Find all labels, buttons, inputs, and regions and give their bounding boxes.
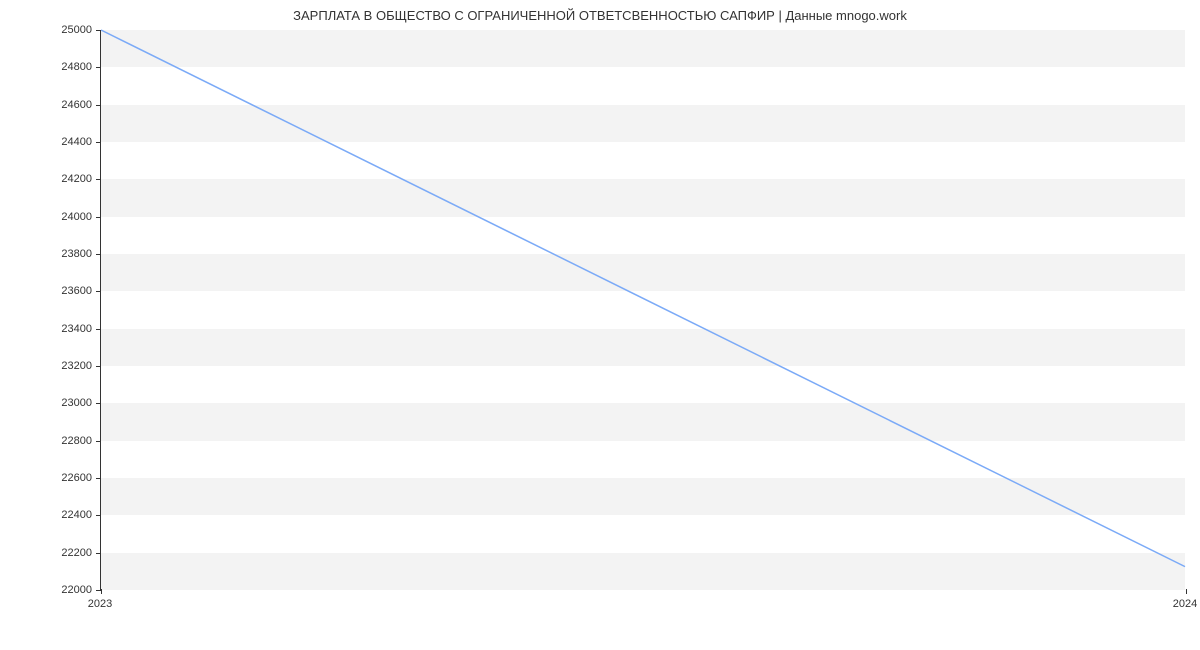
- y-tick-label: 24600: [61, 99, 100, 111]
- x-tick-label: 2024: [1173, 590, 1197, 610]
- y-tick-label: 24200: [61, 173, 100, 185]
- x-tick-label: 2023: [88, 590, 112, 610]
- plot-container: 2200022200224002260022800230002320023400…: [100, 30, 1185, 590]
- y-tick-label: 25000: [61, 24, 100, 36]
- data-line: [101, 30, 1185, 567]
- plot-area: [100, 30, 1185, 590]
- y-tick-label: 22200: [61, 547, 100, 559]
- y-tick-label: 24000: [61, 211, 100, 223]
- y-tick-label: 22800: [61, 435, 100, 447]
- y-tick-label: 24400: [61, 136, 100, 148]
- salary-line-chart: ЗАРПЛАТА В ОБЩЕСТВО С ОГРАНИЧЕННОЙ ОТВЕТ…: [0, 0, 1200, 620]
- chart-title: ЗАРПЛАТА В ОБЩЕСТВО С ОГРАНИЧЕННОЙ ОТВЕТ…: [0, 0, 1200, 23]
- y-tick-label: 23200: [61, 360, 100, 372]
- y-tick-label: 22600: [61, 472, 100, 484]
- line-svg: [101, 30, 1185, 589]
- y-tick-label: 23600: [61, 285, 100, 297]
- y-tick-label: 22400: [61, 509, 100, 521]
- y-tick-label: 23800: [61, 248, 100, 260]
- y-tick-label: 23000: [61, 397, 100, 409]
- y-tick-label: 24800: [61, 61, 100, 73]
- y-tick-label: 23400: [61, 323, 100, 335]
